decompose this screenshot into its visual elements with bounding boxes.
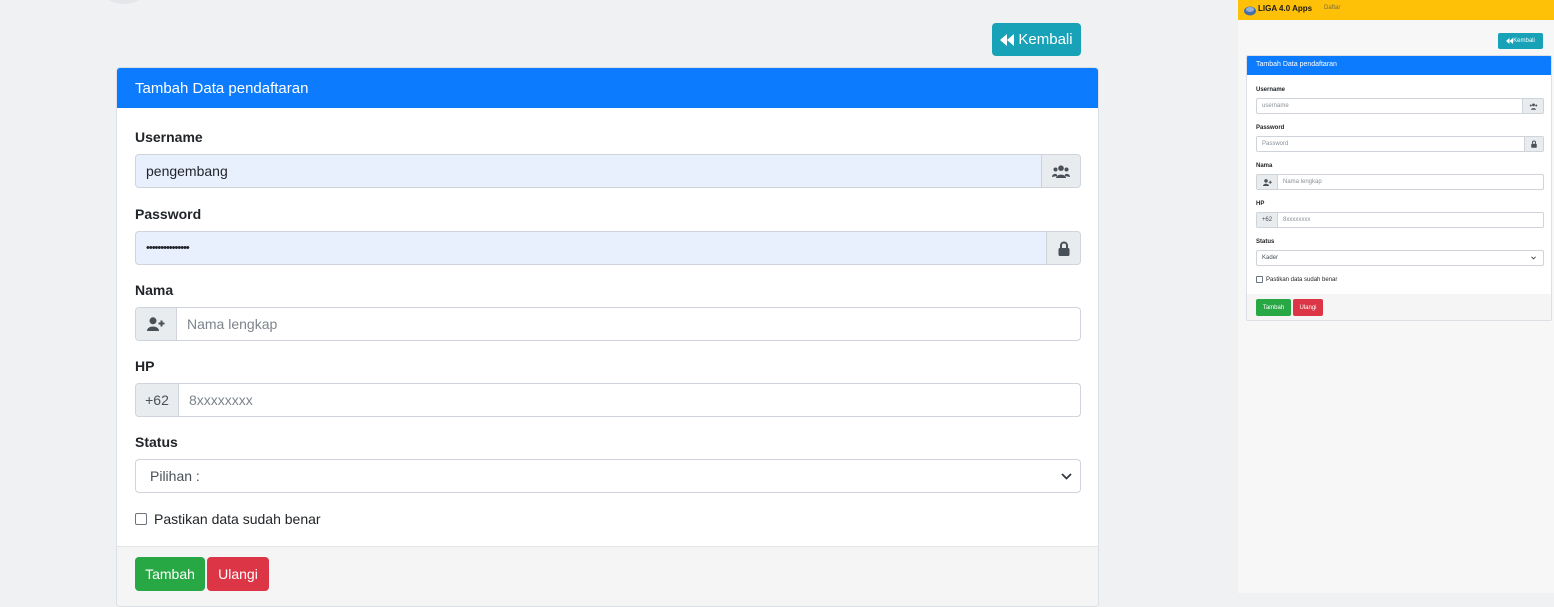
preview-password-placeholder: Password — [1262, 141, 1289, 147]
hp-label: HP — [135, 358, 155, 374]
nav-link-daftar[interactable]: Daftar — [1324, 5, 1340, 11]
nama-label: Nama — [135, 282, 174, 298]
confirm-checkbox-row[interactable]: Pastikan data sudah benar — [135, 511, 321, 527]
preview-hp-label: HP — [1256, 201, 1265, 207]
hp-placeholder: 8xxxxxxxx — [189, 392, 253, 408]
lock-icon — [1524, 137, 1543, 151]
nama-placeholder: Nama lengkap — [187, 316, 278, 332]
status-select[interactable]: Pilihan : — [135, 459, 1081, 493]
preview-confirm-checkbox[interactable] — [1256, 276, 1263, 283]
preview-hp-prefix: +62 — [1257, 213, 1278, 227]
preview-back-label: Kembali — [1513, 38, 1535, 44]
preview-reset-button[interactable]: Ulangi — [1293, 299, 1323, 316]
users-icon — [1041, 155, 1080, 187]
hp-input[interactable]: +62 8xxxxxxxx — [135, 383, 1081, 417]
preview-username-placeholder: username — [1262, 103, 1289, 109]
password-label: Password — [135, 206, 202, 222]
users-icon — [1522, 99, 1543, 113]
preview-confirm-label: Pastikan data sudah benar — [1266, 276, 1338, 283]
preview-form-card: Tambah Data pendaftaran Username usernam… — [1246, 55, 1552, 321]
confirm-checkbox[interactable] — [135, 513, 147, 525]
confirm-checkbox-label: Pastikan data sudah benar — [154, 511, 321, 527]
status-selected: Pilihan : — [150, 468, 200, 484]
card-footer: Tambah Ulangi — [117, 546, 1098, 606]
backward-icon — [1000, 33, 1015, 46]
user-plus-icon — [136, 308, 177, 340]
preview-back-button[interactable]: Kembali — [1498, 33, 1543, 49]
chevron-down-icon — [1052, 472, 1080, 480]
username-input[interactable]: pengembang — [135, 154, 1081, 188]
password-input[interactable]: ••••••••••••••• — [135, 231, 1081, 265]
navbar: LIGA 4.0 Apps Daftar — [1238, 0, 1554, 20]
nama-input[interactable]: Nama lengkap — [135, 307, 1081, 341]
reset-button[interactable]: Ulangi — [207, 557, 269, 591]
logo-icon — [1244, 4, 1256, 16]
submit-button[interactable]: Tambah — [135, 557, 205, 591]
preview-card-title: Tambah Data pendaftaran — [1247, 56, 1551, 75]
preview-status-select[interactable]: Kader — [1256, 250, 1544, 266]
preview-nama-label: Nama — [1256, 163, 1273, 169]
preview-card-footer: Tambah Ulangi — [1247, 294, 1551, 320]
preview-panel: LIGA 4.0 Apps Daftar Kembali Tambah Data… — [1238, 0, 1554, 593]
preview-username-label: Username — [1256, 87, 1286, 93]
navbar-brand[interactable]: LIGA 4.0 Apps — [1258, 4, 1312, 13]
hp-prefix: +62 — [136, 384, 179, 416]
preview-password-input[interactable]: Password — [1256, 136, 1544, 152]
status-label: Status — [135, 434, 178, 450]
preview-nama-input[interactable]: Nama lengkap — [1256, 174, 1544, 190]
preview-status-selected: Kader — [1262, 255, 1279, 261]
backward-icon — [1506, 38, 1514, 44]
back-button[interactable]: Kembali — [992, 23, 1081, 56]
preview-hp-input[interactable]: +62 8xxxxxxxx — [1256, 212, 1544, 228]
avatar-fragment — [102, 0, 146, 4]
username-value: pengembang — [146, 163, 228, 179]
preview-hp-placeholder: 8xxxxxxxx — [1283, 217, 1311, 223]
preview-submit-button[interactable]: Tambah — [1256, 299, 1291, 316]
preview-username-input[interactable]: username — [1256, 98, 1544, 114]
username-label: Username — [135, 129, 203, 145]
back-button-label: Kembali — [1018, 31, 1073, 48]
password-value: ••••••••••••••• — [146, 242, 190, 254]
preview-status-label: Status — [1256, 239, 1275, 245]
preview-nama-placeholder: Nama lengkap — [1283, 179, 1322, 185]
preview-confirm-row[interactable]: Pastikan data sudah benar — [1256, 276, 1337, 283]
card-title: Tambah Data pendaftaran — [117, 68, 1098, 108]
preview-password-label: Password — [1256, 125, 1285, 131]
user-plus-icon — [1257, 175, 1278, 189]
lock-icon — [1046, 232, 1080, 264]
registration-form-card: Tambah Data pendaftaran Username pengemb… — [116, 67, 1099, 607]
chevron-down-icon — [1531, 256, 1543, 260]
